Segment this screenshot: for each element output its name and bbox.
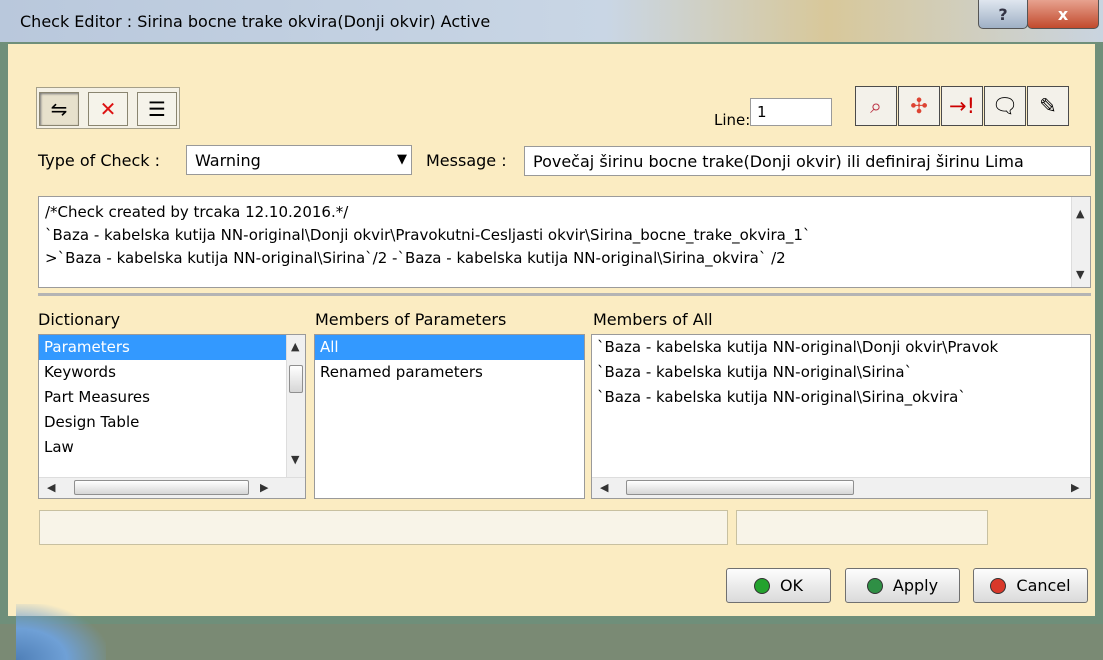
warning-arrow-button[interactable]: →! xyxy=(941,86,983,126)
eraser-icon: ✎ xyxy=(1039,94,1057,118)
dictionary-horizontal-scrollbar[interactable]: ◀ ▶ xyxy=(39,477,305,498)
members-all-horizontal-scrollbar[interactable]: ◀ ▶ xyxy=(592,477,1090,498)
list-text-icon: ☰ xyxy=(148,97,166,121)
list-text-button[interactable]: ☰ xyxy=(137,92,177,126)
dictionary-item[interactable]: Part Measures xyxy=(39,385,305,410)
dictionary-item[interactable]: Keywords xyxy=(39,360,305,385)
member-all-item[interactable]: `Baza - kabelska kutija NN-original\Siri… xyxy=(592,360,1090,385)
check-editor-window: Check Editor : Sirina bocne trake okvira… xyxy=(0,0,1103,660)
apply-icon xyxy=(866,577,883,594)
status-field-left xyxy=(39,510,728,545)
delete-selection-button[interactable]: ✕ xyxy=(88,92,128,126)
insert-parameter-icon: ✣ xyxy=(910,94,928,118)
ok-label: OK xyxy=(779,576,804,595)
scroll-up-icon[interactable]: ▲ xyxy=(1076,202,1084,225)
dialog-client-area: ⇋ ✕ ☰ Line: 1 ⌕ ✣ →! 🗨 ✎ Type of Check : xyxy=(8,44,1095,660)
members-all-list[interactable]: `Baza - kabelska kutija NN-original\Donj… xyxy=(591,334,1091,499)
message-label: Message : xyxy=(426,151,507,170)
type-of-check-value: Warning xyxy=(195,151,261,170)
editor-line: `Baza - kabelska kutija NN-original\Donj… xyxy=(45,226,811,244)
comment-button[interactable]: 🗨 xyxy=(984,86,1026,126)
dropdown-arrow-icon: ▼ xyxy=(397,152,407,167)
close-button[interactable]: x xyxy=(1027,0,1099,29)
horizontal-scroll-thumb[interactable] xyxy=(74,480,249,495)
editor-line: >`Baza - kabelska kutija NN-original\Sir… xyxy=(45,249,786,267)
line-label: Line: xyxy=(714,111,751,129)
scroll-up-icon[interactable]: ▲ xyxy=(291,340,299,353)
editor-tool-group: ⇋ ✕ ☰ xyxy=(36,87,180,129)
scroll-left-icon[interactable]: ◀ xyxy=(47,481,55,494)
window-title: Check Editor : Sirina bocne trake okvira… xyxy=(20,12,491,31)
cancel-label: Cancel xyxy=(1016,576,1071,595)
type-of-check-label: Type of Check : xyxy=(38,151,161,170)
dictionary-vertical-scrollbar[interactable]: ▲ ▼ xyxy=(286,335,305,478)
select-parameters-button[interactable]: ⇋ xyxy=(39,92,79,126)
scroll-left-icon[interactable]: ◀ xyxy=(600,481,608,494)
type-of-check-combo[interactable]: Warning ▼ xyxy=(186,145,412,175)
background-decoration xyxy=(16,604,106,660)
help-button[interactable]: ? xyxy=(978,0,1028,29)
member-parameter-item[interactable]: Renamed parameters xyxy=(315,360,584,385)
editor-splitter[interactable] xyxy=(38,293,1091,296)
delete-selection-icon: ✕ xyxy=(99,97,117,121)
dictionary-list[interactable]: Parameters Keywords Part Measures Design… xyxy=(38,334,306,499)
editor-scrollbar[interactable]: ▲ ▼ xyxy=(1071,197,1090,287)
apply-button[interactable]: Apply xyxy=(845,568,960,603)
status-field-right xyxy=(736,510,988,545)
check-body-editor[interactable]: /*Check created by trcaka 12.10.2016.*/ … xyxy=(38,196,1091,288)
select-parameters-icon: ⇋ xyxy=(50,97,68,121)
members-parameters-list[interactable]: All Renamed parameters xyxy=(314,334,585,499)
members-all-header: Members of All xyxy=(593,310,713,329)
dictionary-item[interactable]: Parameters xyxy=(39,335,305,360)
apply-label: Apply xyxy=(892,576,939,595)
dictionary-item[interactable]: Design Table xyxy=(39,410,305,435)
scroll-down-icon[interactable]: ▼ xyxy=(1076,263,1084,286)
dictionary-header: Dictionary xyxy=(38,310,121,329)
title-bar[interactable]: Check Editor : Sirina bocne trake okvira… xyxy=(0,0,1103,42)
eraser-button[interactable]: ✎ xyxy=(1027,86,1069,126)
binoculars-button[interactable]: ⌕ xyxy=(855,86,897,126)
member-all-item[interactable]: `Baza - kabelska kutija NN-original\Siri… xyxy=(592,385,1090,410)
member-all-item[interactable]: `Baza - kabelska kutija NN-original\Donj… xyxy=(592,335,1090,360)
editor-line: /*Check created by trcaka 12.10.2016.*/ xyxy=(45,203,349,221)
members-parameters-header: Members of Parameters xyxy=(315,310,507,329)
scroll-right-icon[interactable]: ▶ xyxy=(1071,481,1079,494)
vertical-scroll-thumb[interactable] xyxy=(289,365,303,393)
member-parameter-item[interactable]: All xyxy=(315,335,584,360)
cancel-button[interactable]: Cancel xyxy=(973,568,1088,603)
ok-icon xyxy=(753,577,770,594)
dictionary-item[interactable]: Law xyxy=(39,435,305,460)
ok-button[interactable]: OK xyxy=(726,568,831,603)
cancel-icon xyxy=(990,577,1007,594)
horizontal-scroll-thumb[interactable] xyxy=(626,480,854,495)
line-input[interactable]: 1 xyxy=(750,98,832,126)
message-input[interactable]: Povečaj širinu bocne trake(Donji okvir) … xyxy=(524,146,1091,176)
comment-icon: 🗨 xyxy=(991,93,1019,118)
scroll-down-icon[interactable]: ▼ xyxy=(291,453,299,466)
scroll-right-icon[interactable]: ▶ xyxy=(260,481,268,494)
binoculars-icon: ⌕ xyxy=(870,93,882,118)
insert-parameter-button[interactable]: ✣ xyxy=(898,86,940,126)
warning-arrow-icon: →! xyxy=(948,94,975,118)
